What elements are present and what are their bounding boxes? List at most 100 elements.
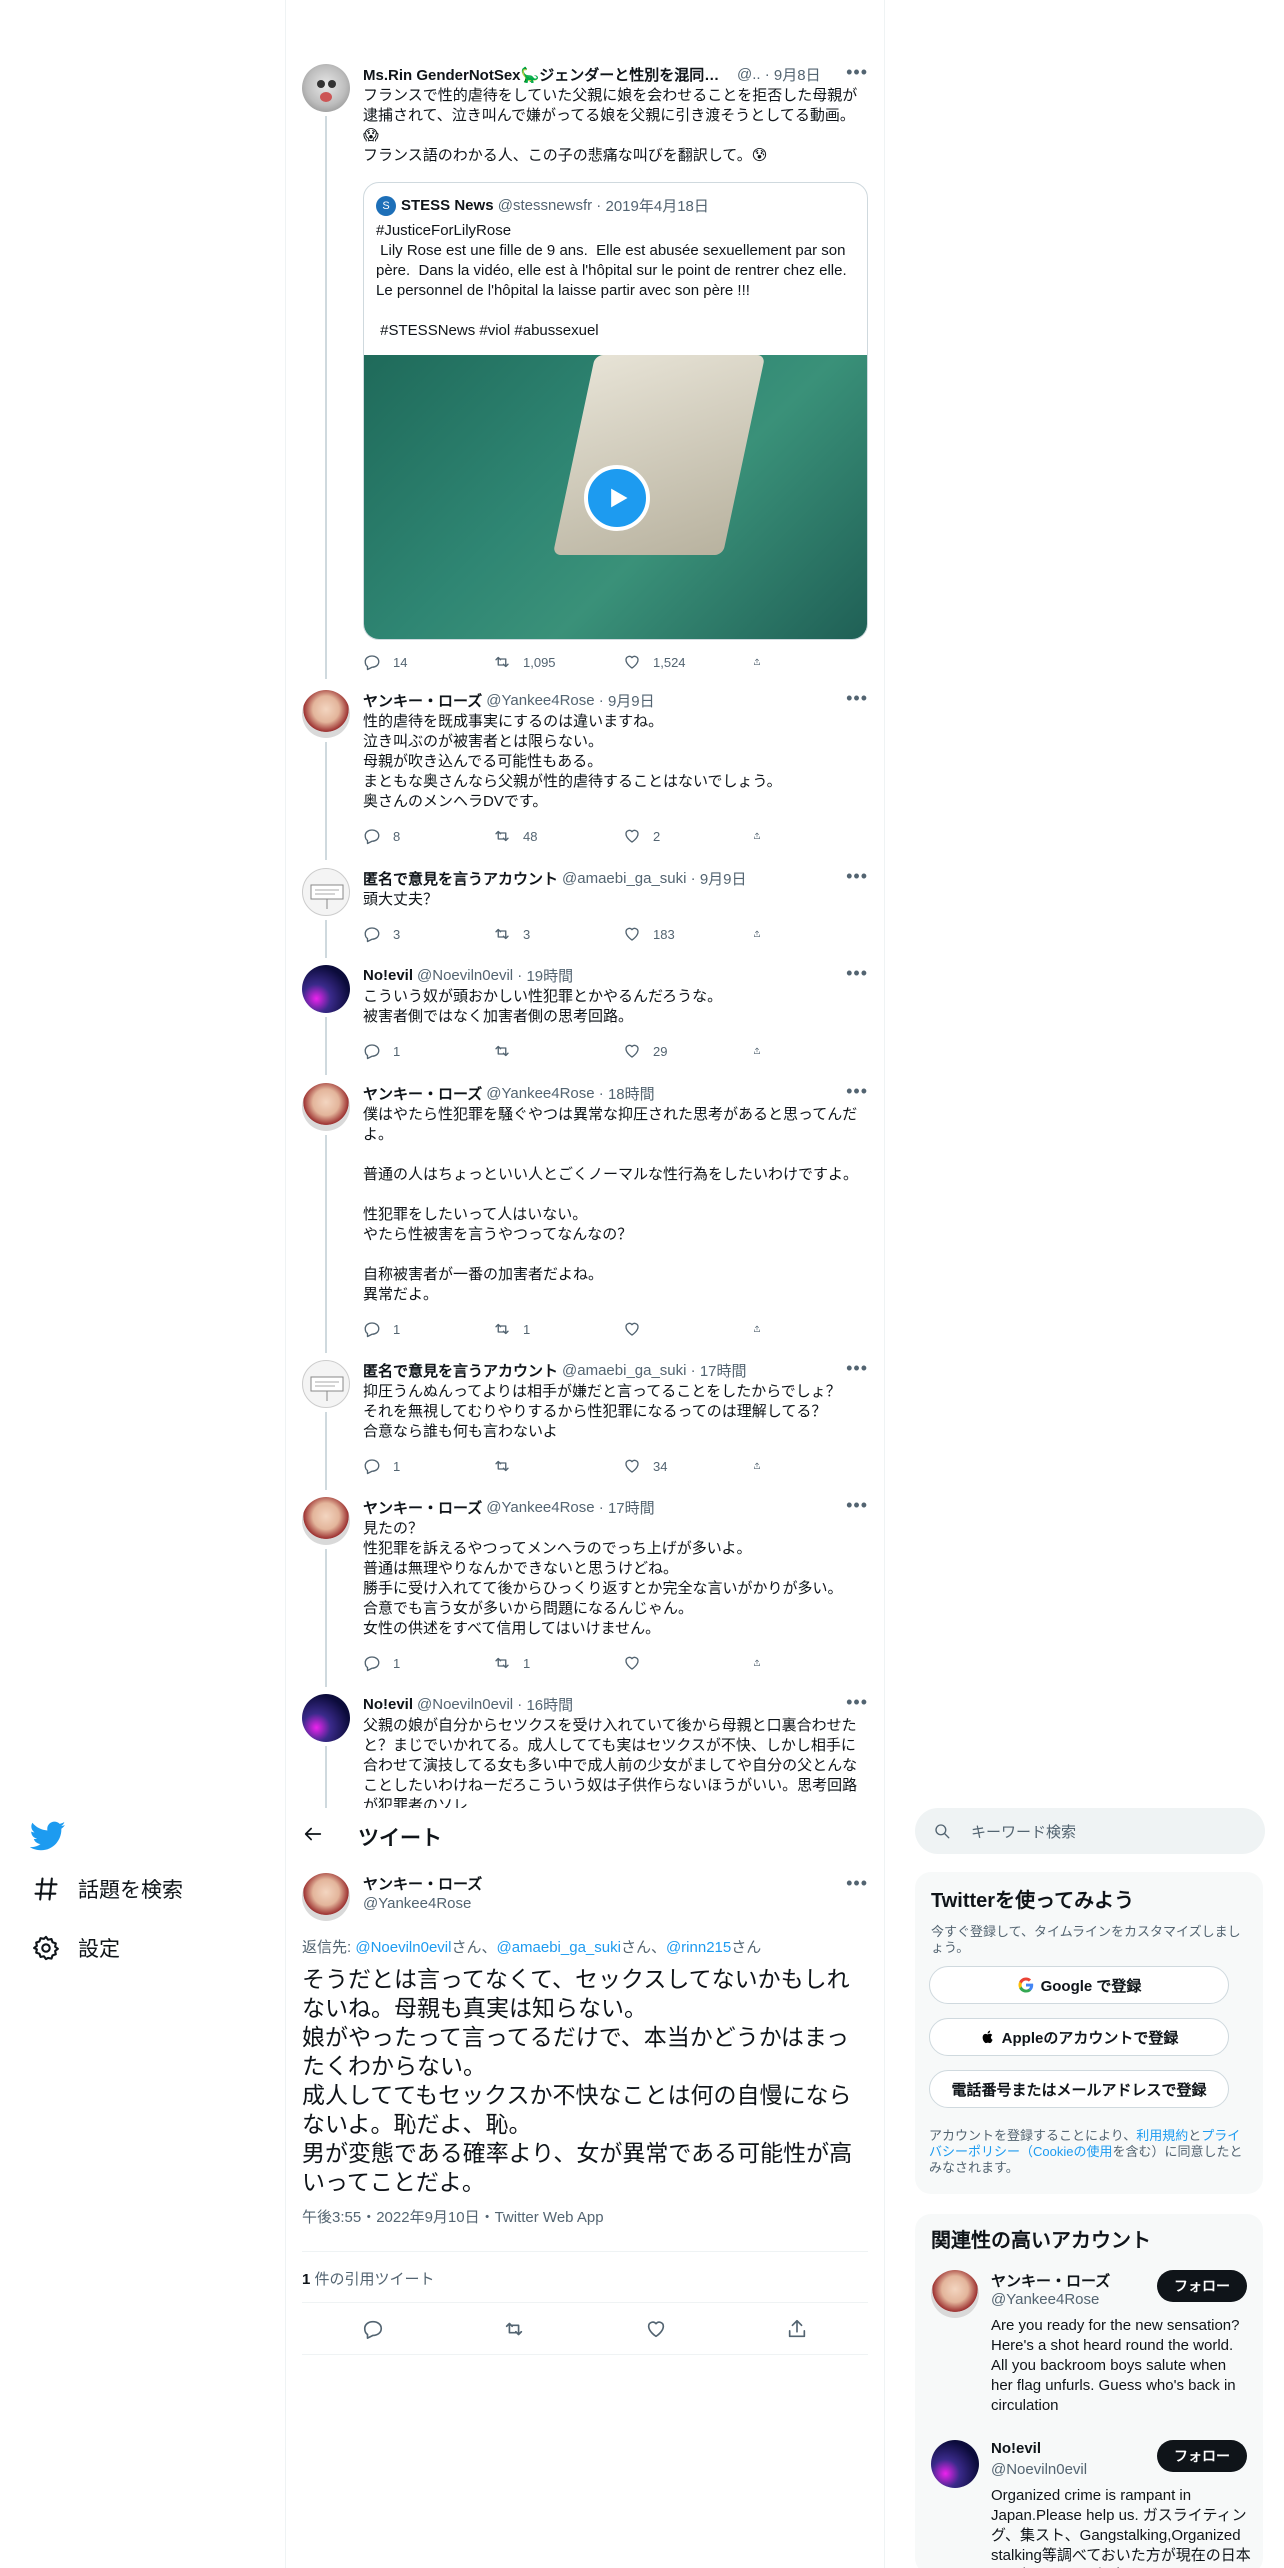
author-handle[interactable]: @amaebi_ga_suki	[562, 870, 686, 887]
share-button[interactable]	[753, 1456, 773, 1476]
more-icon[interactable]: •••	[846, 1692, 868, 1713]
reply-button[interactable]: 1	[363, 1319, 493, 1339]
retweet-button[interactable]: 1,095	[493, 652, 623, 672]
avatar[interactable]	[302, 690, 350, 738]
like-button[interactable]	[623, 1319, 753, 1339]
author-name[interactable]: Ms.Rin GenderNotSex🦕ジェンダーと性別を混同注意...	[363, 64, 733, 85]
google-signup-button[interactable]: Google で登録	[929, 1966, 1229, 2004]
avatar[interactable]	[302, 1873, 350, 1921]
avatar[interactable]	[931, 2440, 979, 2488]
more-icon[interactable]: •••	[846, 62, 868, 83]
share-button[interactable]	[753, 826, 773, 846]
reply-button[interactable]: 3	[363, 924, 493, 944]
author-handle[interactable]: @..	[737, 66, 761, 83]
share-button[interactable]	[753, 1041, 773, 1061]
avatar[interactable]	[302, 1083, 350, 1131]
more-icon[interactable]: •••	[846, 1358, 868, 1379]
retweet-button[interactable]: 3	[493, 924, 623, 944]
share-button[interactable]	[753, 652, 773, 672]
author-handle[interactable]: @Noeviln0evil	[417, 1696, 513, 1713]
author-name[interactable]: 匿名で意見を言うアカウント	[363, 1360, 558, 1381]
mention-link[interactable]: @amaebi_ga_suki	[496, 1939, 620, 1956]
account-cell[interactable]: No!evil @Noeviln0evil フォロー Organized cri…	[931, 2440, 1251, 2568]
quote-tweets-link[interactable]: 1 件の引用ツイート	[302, 2251, 868, 2303]
avatar[interactable]	[302, 965, 350, 1013]
search-input[interactable]: キーワード検索	[915, 1808, 1265, 1854]
author-name[interactable]: 匿名で意見を言うアカウント	[363, 868, 558, 889]
video-thumbnail[interactable]	[364, 355, 867, 639]
reply-button[interactable]: 8	[363, 826, 493, 846]
tweet-time[interactable]: 9月9日	[608, 690, 655, 711]
more-icon[interactable]: •••	[846, 866, 868, 887]
reply-button[interactable]: 1	[363, 1653, 493, 1673]
tweet-time[interactable]: 9月8日	[774, 64, 821, 85]
tweet-time[interactable]: 16時間	[526, 1694, 573, 1715]
reply-button[interactable]: 14	[363, 652, 493, 672]
mention-link[interactable]: @Noeviln0evil	[355, 1939, 451, 1956]
retweet-button[interactable]	[493, 1041, 623, 1061]
avatar[interactable]	[302, 1497, 350, 1545]
author-handle[interactable]: @amaebi_ga_suki	[562, 1362, 686, 1379]
like-button[interactable]: 1,524	[623, 652, 753, 672]
author-name[interactable]: ヤンキー・ローズ	[363, 1497, 482, 1518]
like-button[interactable]: 34	[623, 1456, 753, 1476]
retweet-button[interactable]: 1	[493, 1653, 623, 1673]
retweet-icon[interactable]	[503, 2318, 525, 2340]
author-handle[interactable]: @Noeviln0evil	[417, 967, 513, 984]
tweet-time[interactable]: 19時間	[526, 965, 573, 986]
thread-tweet[interactable]: ヤンキー・ローズ @Yankee4Rose · 18時間 ••• 僕はやたら性犯罪…	[286, 1081, 884, 1353]
terms-link[interactable]: 利用規約	[1136, 2128, 1188, 2143]
twitter-logo-icon[interactable]	[30, 1818, 66, 1854]
thread-tweet[interactable]: 匿名で意見を言うアカウント @amaebi_ga_suki · 17時間 ••• …	[286, 1358, 884, 1490]
share-button[interactable]	[753, 1653, 773, 1673]
tweet-time[interactable]: 18時間	[608, 1083, 655, 1104]
retweet-button[interactable]: 1	[493, 1319, 623, 1339]
thread-tweet[interactable]: Ms.Rin GenderNotSex🦕ジェンダーと性別を混同注意... @.. …	[286, 62, 884, 679]
follow-button[interactable]: フォロー	[1157, 2270, 1247, 2302]
tweet-time[interactable]: 9月9日	[700, 868, 747, 889]
author-name[interactable]: ヤンキー・ローズ	[363, 1083, 482, 1104]
tweet-time[interactable]: 17時間	[700, 1360, 747, 1381]
retweet-button[interactable]: 48	[493, 826, 623, 846]
apple-signup-button[interactable]: Appleのアカウントで登録	[929, 2018, 1229, 2056]
back-arrow-icon[interactable]	[302, 1823, 324, 1845]
more-icon[interactable]: •••	[846, 1495, 868, 1516]
account-handle[interactable]: @Yankee4Rose	[991, 2291, 1099, 2308]
avatar[interactable]	[302, 64, 350, 112]
account-name[interactable]: No!evil	[991, 2440, 1041, 2457]
like-button[interactable]: 29	[623, 1041, 753, 1061]
author-handle[interactable]: @Yankee4Rose	[486, 692, 594, 709]
account-handle[interactable]: @Noeviln0evil	[991, 2461, 1087, 2478]
author-name[interactable]: No!evil	[363, 967, 413, 984]
avatar[interactable]	[931, 2270, 979, 2318]
account-cell[interactable]: ヤンキー・ローズ @Yankee4Rose フォロー Are you ready…	[931, 2270, 1251, 2414]
heart-icon[interactable]	[645, 2318, 667, 2340]
thread-tweet[interactable]: No!evil @Noeviln0evil · 16時間 ••• 父親の娘が自分か…	[286, 1692, 884, 1808]
like-button[interactable]: 183	[623, 924, 753, 944]
avatar[interactable]	[302, 1694, 350, 1742]
nav-explore[interactable]: 話題を検索	[32, 1874, 183, 1904]
nav-settings[interactable]: 設定	[32, 1933, 120, 1963]
thread-tweet[interactable]: No!evil @Noeviln0evil · 19時間 ••• こういう奴が頭お…	[286, 963, 884, 1075]
avatar[interactable]	[302, 1360, 350, 1408]
phone-email-signup-button[interactable]: 電話番号またはメールアドレスで登録	[929, 2070, 1229, 2108]
mention-link[interactable]: @rinn215	[666, 1939, 731, 1956]
thread-tweet[interactable]: ヤンキー・ローズ @Yankee4Rose · 9月9日 ••• 性的虐待を既成事…	[286, 688, 884, 860]
play-icon[interactable]	[584, 465, 650, 531]
author-name[interactable]: No!evil	[363, 1696, 413, 1713]
quoted-tweet[interactable]: S STESS News @stessnewsfr · 2019年4月18日 #…	[363, 182, 868, 640]
share-icon[interactable]	[786, 2318, 808, 2340]
more-icon[interactable]: •••	[846, 688, 868, 709]
avatar[interactable]	[302, 868, 350, 916]
more-icon[interactable]: •••	[846, 1081, 868, 1102]
like-button[interactable]: 2	[623, 826, 753, 846]
account-name[interactable]: ヤンキー・ローズ	[991, 2270, 1110, 2291]
thread-tweet[interactable]: ヤンキー・ローズ @Yankee4Rose · 17時間 ••• 見たの？ 性犯罪…	[286, 1495, 884, 1687]
more-icon[interactable]: •••	[846, 963, 868, 984]
reply-button[interactable]: 1	[363, 1456, 493, 1476]
share-button[interactable]	[753, 1319, 773, 1339]
author-handle[interactable]: @Yankee4Rose	[486, 1499, 594, 1516]
author-name[interactable]: ヤンキー・ローズ	[363, 690, 482, 711]
follow-button[interactable]: フォロー	[1157, 2440, 1247, 2472]
author-name[interactable]: ヤンキー・ローズ	[363, 1873, 482, 1894]
